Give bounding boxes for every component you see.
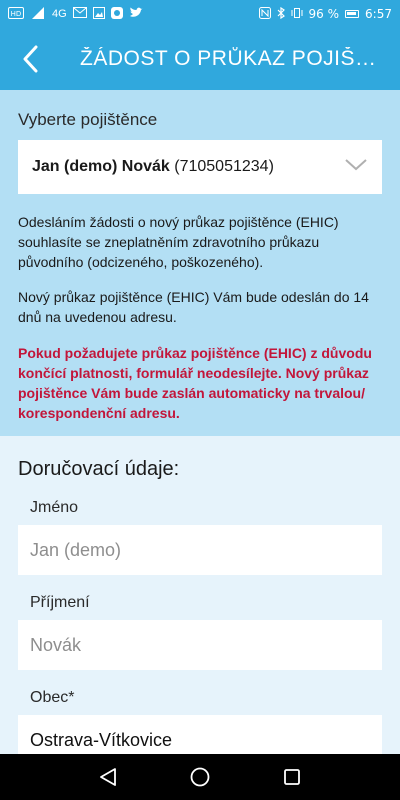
photo-icon: [92, 6, 105, 22]
nfc-icon: [258, 7, 271, 21]
insured-select-label: Vyberte pojištěnce: [18, 110, 158, 129]
info-paragraph-2: Nový průkaz pojištěnce (EHIC) Vám bude o…: [18, 289, 369, 325]
delivery-heading: Doručovací údaje:: [18, 458, 180, 480]
last-name-field[interactable]: [18, 620, 382, 670]
twitter-icon: [129, 7, 143, 22]
insured-name: Jan (demo) Novák: [32, 158, 170, 175]
status-left-icons: HD 4G: [8, 6, 143, 22]
warning-paragraph: Pokud požadujete průkaz pojištěnce (EHIC…: [18, 345, 372, 421]
gmail-icon: [72, 7, 87, 21]
last-name-label: Příjmení: [30, 594, 90, 611]
back-button[interactable]: [0, 28, 60, 90]
nav-home-button[interactable]: [185, 762, 215, 792]
insured-id: (7105051234): [169, 158, 274, 175]
first-name-label: Jméno: [30, 499, 79, 516]
signal-icon: [30, 6, 46, 22]
insured-select[interactable]: Jan (demo) Novák (7105051234): [18, 140, 382, 194]
svg-text:HD: HD: [11, 10, 22, 18]
first-name-field[interactable]: [18, 525, 382, 575]
app-bar: ŽÁDOST O PRŮKAZ POJIŠTĚNCE: [0, 28, 400, 90]
chevron-down-icon: [345, 159, 367, 171]
signal-label: 4G: [52, 7, 67, 20]
info-paragraph-1: Odesláním žádosti o nový průkaz pojištěn…: [18, 214, 339, 270]
status-bar: HD 4G 96 % 6:57: [0, 0, 400, 28]
recents-square-icon: [284, 769, 300, 785]
nav-recents-button[interactable]: [277, 762, 307, 792]
home-circle-icon: [190, 767, 210, 787]
city-label: Obec*: [30, 689, 75, 706]
chevron-left-icon: [23, 45, 38, 73]
status-time: 6:57: [365, 7, 392, 21]
delivery-form: Doručovací údaje: Jméno Příjmení Obec*: [0, 436, 400, 765]
app-icon: [110, 6, 123, 22]
battery-percent: 96 %: [308, 7, 340, 21]
info-section: Vyberte pojištěnce Jan (demo) Novák (710…: [0, 90, 400, 436]
back-triangle-icon: [100, 768, 116, 786]
battery-icon: [345, 10, 360, 18]
volte-icon: HD: [8, 6, 24, 22]
navigation-bar: [0, 754, 400, 800]
status-right-icons: 96 % 6:57: [258, 6, 392, 21]
bluetooth-icon: [277, 6, 285, 21]
vibrate-icon: [291, 7, 303, 21]
nav-back-button[interactable]: [93, 762, 123, 792]
insured-selected-value: Jan (demo) Novák (7105051234): [32, 158, 274, 176]
page-title: ŽÁDOST O PRŮKAZ POJIŠTĚNCE: [80, 47, 380, 70]
